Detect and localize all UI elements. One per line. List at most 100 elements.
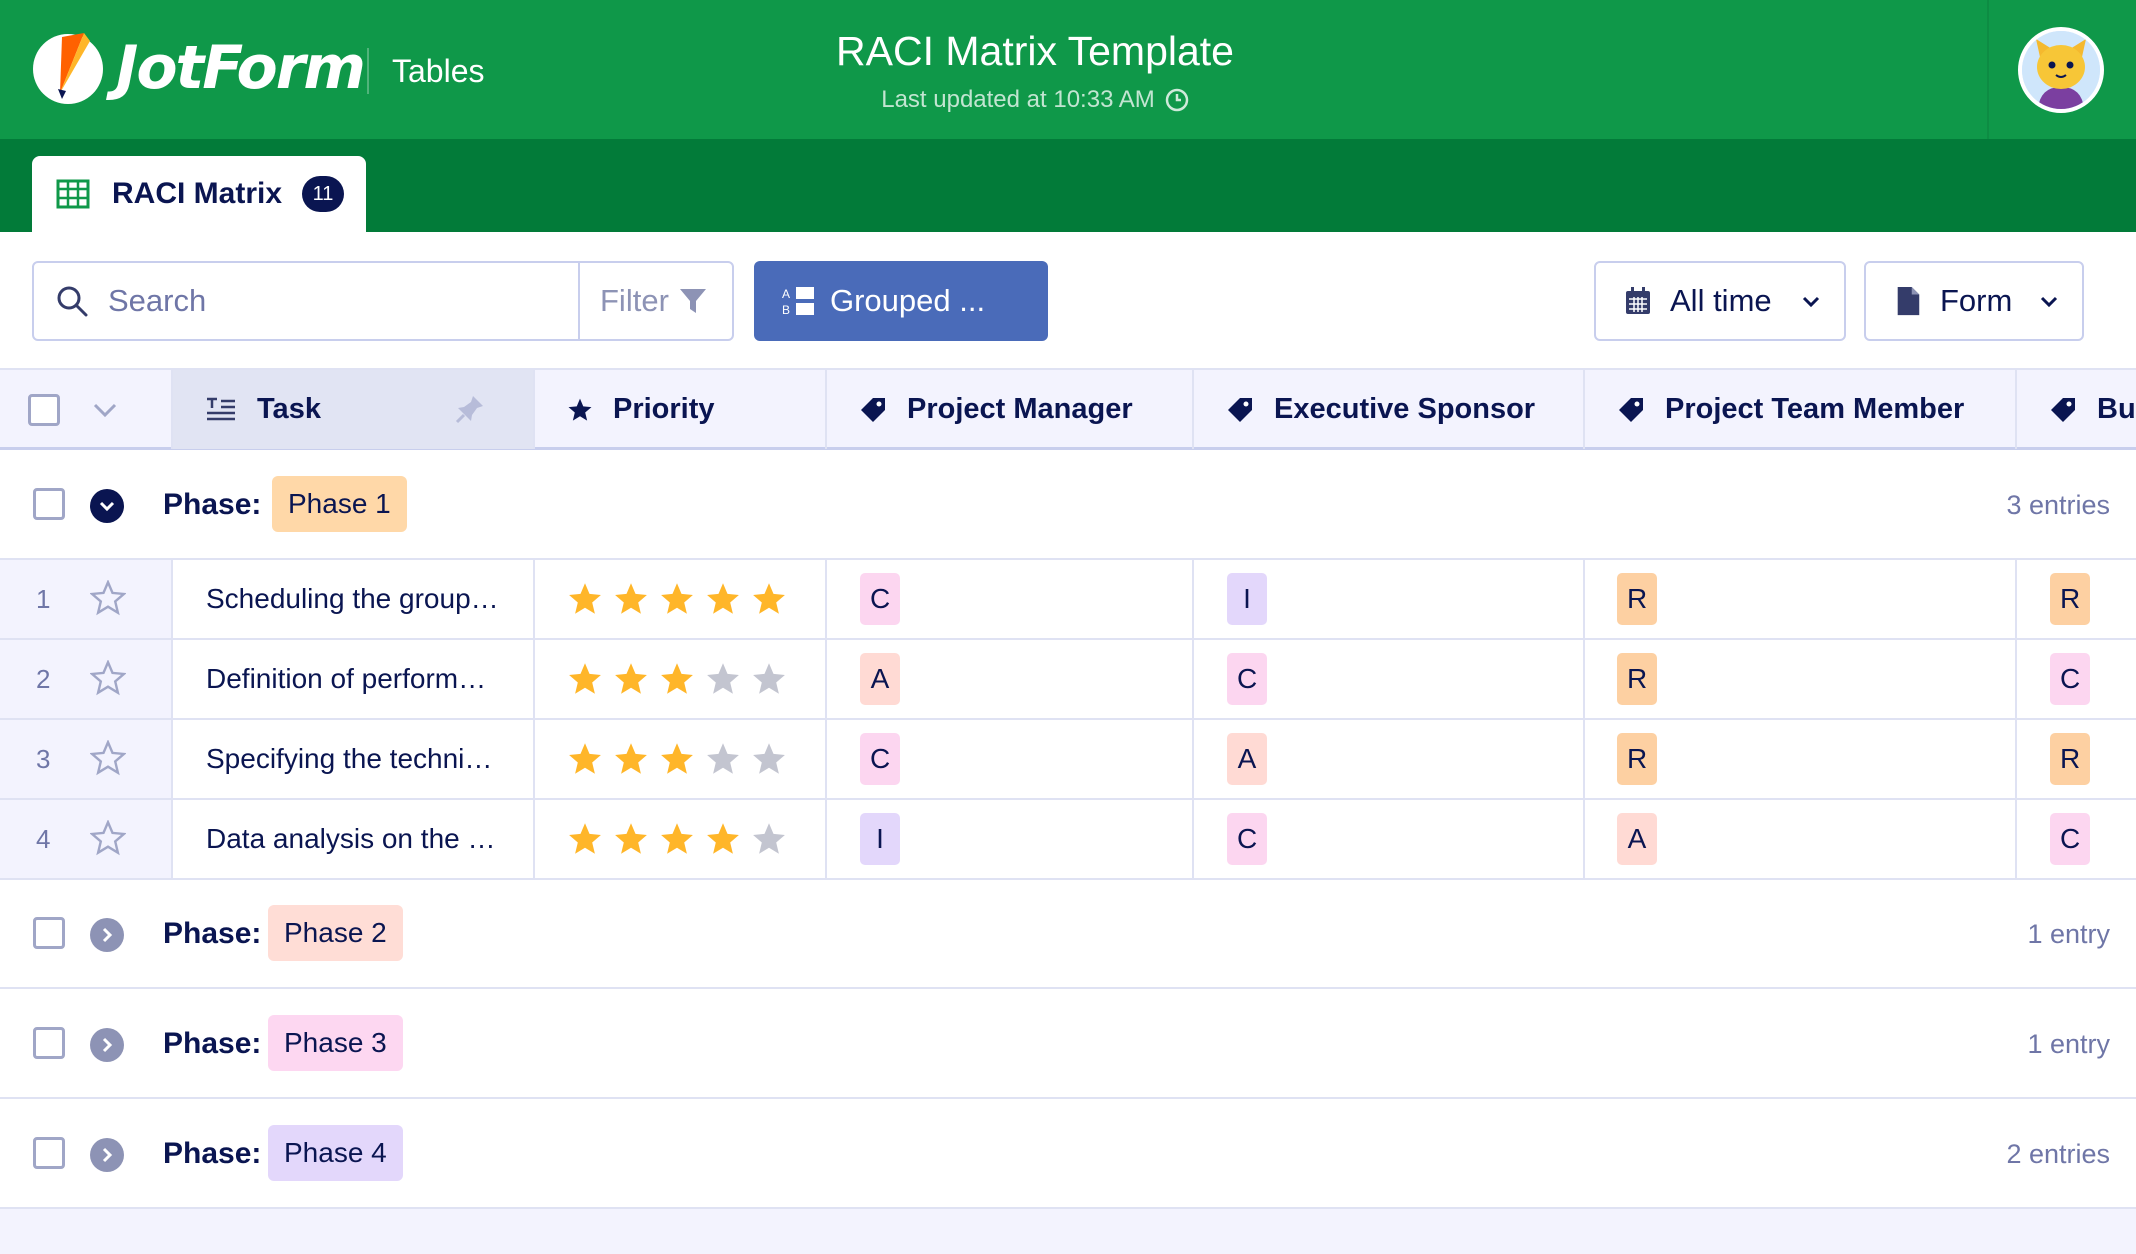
star-filled-icon[interactable] [659,821,695,857]
cell-project-manager[interactable]: A [827,640,1194,718]
avatar[interactable] [2018,27,2104,113]
cell-project-team-member[interactable]: R [1585,560,2017,638]
star-empty-icon[interactable] [705,741,741,777]
form-label: Form [1940,283,2013,318]
group-row[interactable]: Phase: Phase 1 3 entries [0,450,2136,560]
pin-icon[interactable] [455,394,485,424]
time-range-dropdown[interactable]: All time [1594,261,1846,341]
group-entry-count: 2 entries [2006,1139,2110,1169]
cell-project-team-member[interactable]: A [1585,800,2017,878]
raci-badge: C [2050,813,2091,865]
cell-project-team-member[interactable]: R [1585,720,2017,798]
group-row[interactable]: Phase: Phase 3 1 entry [0,989,2136,1099]
group-checkbox[interactable] [33,1027,65,1059]
star-filled-icon[interactable] [613,741,649,777]
column-header-business[interactable]: Bus [2017,370,2136,449]
chevron-down-icon[interactable] [90,395,120,425]
star-filled-icon[interactable] [613,661,649,697]
group-checkbox[interactable] [33,917,65,949]
calendar-icon [1626,287,1650,314]
phase-pill: Phase 3 [268,1015,403,1071]
cell-executive-sponsor[interactable]: I [1194,560,1585,638]
group-checkbox[interactable] [33,488,65,520]
table-grid-icon [56,179,90,209]
tab-raci-matrix[interactable]: RACI Matrix 11 [32,156,366,232]
column-header-executive-sponsor[interactable]: Executive Sponsor [1194,370,1585,449]
star-filled-icon[interactable] [705,581,741,617]
star-filled-icon[interactable] [567,581,603,617]
group-checkbox[interactable] [33,1137,65,1169]
select-all-checkbox[interactable] [28,393,60,426]
star-filled-icon[interactable] [567,661,603,697]
chevron-right-icon [102,1147,113,1163]
chevron-right-icon [102,927,113,943]
group-toggle[interactable] [90,1138,124,1172]
group-toggle[interactable] [90,489,124,523]
star-filled-icon[interactable] [705,821,741,857]
cell-business[interactable]: C [2017,800,2136,878]
cell-project-manager[interactable]: C [827,560,1194,638]
form-dropdown[interactable]: Form [1864,261,2084,341]
cell-priority[interactable] [535,800,827,878]
cell-executive-sponsor[interactable]: C [1194,640,1585,718]
star-empty-icon[interactable] [751,821,787,857]
cell-project-team-member[interactable]: R [1585,640,2017,718]
column-header-project-manager[interactable]: Project Manager [827,370,1194,449]
star-filled-icon[interactable] [659,581,695,617]
cell-project-manager[interactable]: C [827,720,1194,798]
cell-project-manager[interactable]: I [827,800,1194,878]
column-header-task[interactable]: Task [173,370,535,449]
toolbar: Filter A B Grouped ... All time [0,232,2136,368]
star-filled-icon[interactable] [567,741,603,777]
star-filled-icon[interactable] [751,581,787,617]
table-row[interactable]: 1 Scheduling the group… C I R R [0,560,2136,640]
star-empty-icon[interactable] [751,741,787,777]
star-filled-icon[interactable] [613,821,649,857]
star-filled-icon[interactable] [613,581,649,617]
star-empty-icon[interactable] [705,661,741,697]
raci-badge: A [860,653,900,705]
star-empty-icon[interactable] [751,661,787,697]
table-row[interactable]: 3 Specifying the techni… C A R R [0,720,2136,800]
group-toggle[interactable] [90,1028,124,1062]
search-input[interactable] [108,283,548,319]
cell-task[interactable]: Scheduling the group… [173,560,535,638]
star-filled-icon[interactable] [659,661,695,697]
top-bar: JotForm Tables RACI Matrix Template Last… [0,0,2136,139]
table-row[interactable]: 4 Data analysis on the … I C A C [0,800,2136,880]
favorite-star-icon[interactable] [90,740,126,776]
favorite-star-icon[interactable] [90,660,126,696]
group-row[interactable]: Phase: Phase 2 1 entry [0,879,2136,989]
cell-priority[interactable] [535,560,827,638]
cell-task[interactable]: Data analysis on the … [173,800,535,878]
favorite-star-icon[interactable] [90,820,126,856]
cell-business[interactable]: R [2017,560,2136,638]
table-row[interactable]: 2 Definition of perform… A C R C [0,640,2136,720]
chevron-down-icon [99,501,115,512]
star-filled-icon[interactable] [567,821,603,857]
raci-badge: R [1617,733,1658,785]
cell-business[interactable]: C [2017,640,2136,718]
raci-badge: C [860,573,901,625]
cell-business[interactable]: R [2017,720,2136,798]
column-header-priority[interactable]: Priority [535,370,827,449]
cell-task[interactable]: Definition of perform… [173,640,535,718]
filter-button[interactable]: Filter [580,263,732,339]
column-header-project-team-member[interactable]: Project Team Member [1585,370,2017,449]
filter-funnel-icon [679,289,706,313]
search-icon [57,286,88,317]
group-toggle[interactable] [90,918,124,952]
cell-priority[interactable] [535,640,827,718]
group-entry-count: 3 entries [2006,490,2110,520]
search-box[interactable] [34,263,580,339]
raci-badge: A [1617,813,1657,865]
filter-label: Filter [600,283,669,318]
star-filled-icon[interactable] [659,741,695,777]
grouped-button[interactable]: A B Grouped ... [754,261,1048,341]
cell-executive-sponsor[interactable]: A [1194,720,1585,798]
group-row[interactable]: Phase: Phase 4 2 entries [0,1099,2136,1209]
favorite-star-icon[interactable] [90,580,126,616]
cell-priority[interactable] [535,720,827,798]
cell-executive-sponsor[interactable]: C [1194,800,1585,878]
cell-task[interactable]: Specifying the techni… [173,720,535,798]
